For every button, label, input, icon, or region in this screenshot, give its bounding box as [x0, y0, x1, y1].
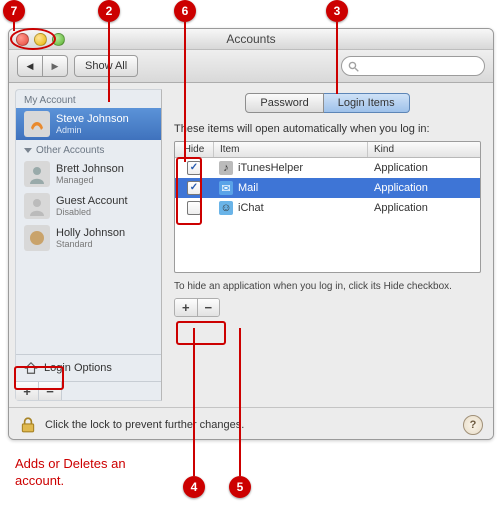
sidebar-account-guest[interactable]: Guest AccountDisabled	[16, 190, 161, 222]
sidebar-section-other: Other Accounts	[16, 140, 161, 158]
sidebar-account-brett[interactable]: Brett JohnsonManaged	[16, 158, 161, 190]
lock-text: Click the lock to prevent further change…	[45, 419, 244, 431]
app-icon: ✉	[219, 181, 233, 195]
callout-6: 6	[174, 0, 196, 22]
avatar	[24, 161, 50, 187]
tab-password[interactable]: Password	[245, 93, 323, 113]
login-items-add-remove: + −	[174, 298, 220, 317]
table-row[interactable]: ☺ iChat Application	[175, 198, 480, 218]
login-items-instruction: These items will open automatically when…	[174, 123, 481, 135]
avatar	[24, 111, 50, 137]
avatar	[24, 193, 50, 219]
back-button[interactable]: ◀	[17, 55, 43, 77]
sidebar-section-my-account: My Account	[16, 90, 161, 108]
item-name: iTunesHelper	[238, 162, 303, 174]
sidebar-account-holly[interactable]: Holly JohnsonStandard	[16, 222, 161, 254]
sidebar: My Account Steve JohnsonAdmin Other Acco…	[15, 89, 162, 401]
search-input[interactable]	[341, 56, 485, 76]
show-all-button[interactable]: Show All	[74, 55, 138, 77]
table-header: Hide Item Kind	[175, 142, 480, 158]
callout-3: 3	[326, 0, 348, 22]
red-box-pane-pm	[176, 321, 226, 345]
tabs: Password Login Items	[174, 93, 481, 113]
account-name: Holly Johnson	[56, 227, 125, 240]
account-name: Brett Johnson	[56, 163, 124, 176]
add-login-item-button[interactable]: +	[175, 299, 198, 316]
col-item[interactable]: Item	[214, 142, 368, 157]
caption-add-delete: Adds or Deletes an account.	[15, 456, 135, 490]
table-row[interactable]: ♪ iTunesHelper Application	[175, 158, 480, 178]
search-icon	[348, 61, 359, 72]
sidebar-account-steve[interactable]: Steve JohnsonAdmin	[16, 108, 161, 140]
callout-2: 2	[98, 0, 120, 22]
callout-5: 5	[229, 476, 251, 498]
red-circle-traffic	[10, 28, 56, 50]
item-name: Mail	[238, 182, 258, 194]
col-kind[interactable]: Kind	[368, 142, 480, 157]
account-role: Admin	[56, 125, 129, 135]
account-role: Disabled	[56, 207, 128, 217]
account-name: Guest Account	[56, 195, 128, 208]
item-kind: Application	[368, 202, 480, 214]
remove-login-item-button[interactable]: −	[198, 299, 220, 316]
red-box-hide-column	[176, 157, 202, 225]
main-pane: Password Login Items These items will op…	[162, 83, 493, 407]
item-kind: Application	[368, 182, 480, 194]
lock-icon[interactable]	[19, 416, 37, 434]
chevron-down-icon	[24, 148, 32, 153]
item-kind: Application	[368, 162, 480, 174]
app-icon: ☺	[219, 201, 233, 215]
app-icon: ♪	[219, 161, 233, 175]
forward-button[interactable]: ▶	[43, 55, 68, 77]
callout-7: 7	[3, 0, 25, 22]
toolbar: ◀ ▶ Show All	[9, 50, 493, 83]
avatar	[24, 225, 50, 251]
col-hide[interactable]: Hide	[175, 142, 214, 157]
window-title: Accounts	[226, 32, 275, 46]
hide-hint: To hide an application when you log in, …	[174, 281, 481, 292]
login-items-table: Hide Item Kind ♪ iTunesHelper Application…	[174, 141, 481, 273]
account-role: Standard	[56, 239, 125, 249]
account-name: Steve Johnson	[56, 113, 129, 126]
item-name: iChat	[238, 202, 264, 214]
table-row[interactable]: ✉ Mail Application	[175, 178, 480, 198]
tab-login-items[interactable]: Login Items	[324, 93, 410, 113]
callout-4: 4	[183, 476, 205, 498]
accounts-window: Accounts ◀ ▶ Show All My Account Steve J…	[8, 28, 494, 440]
account-role: Managed	[56, 175, 124, 185]
footer: Click the lock to prevent further change…	[9, 407, 493, 440]
help-button[interactable]: ?	[463, 415, 483, 435]
titlebar: Accounts	[9, 29, 493, 50]
red-box-sidebar-pm	[14, 366, 64, 390]
